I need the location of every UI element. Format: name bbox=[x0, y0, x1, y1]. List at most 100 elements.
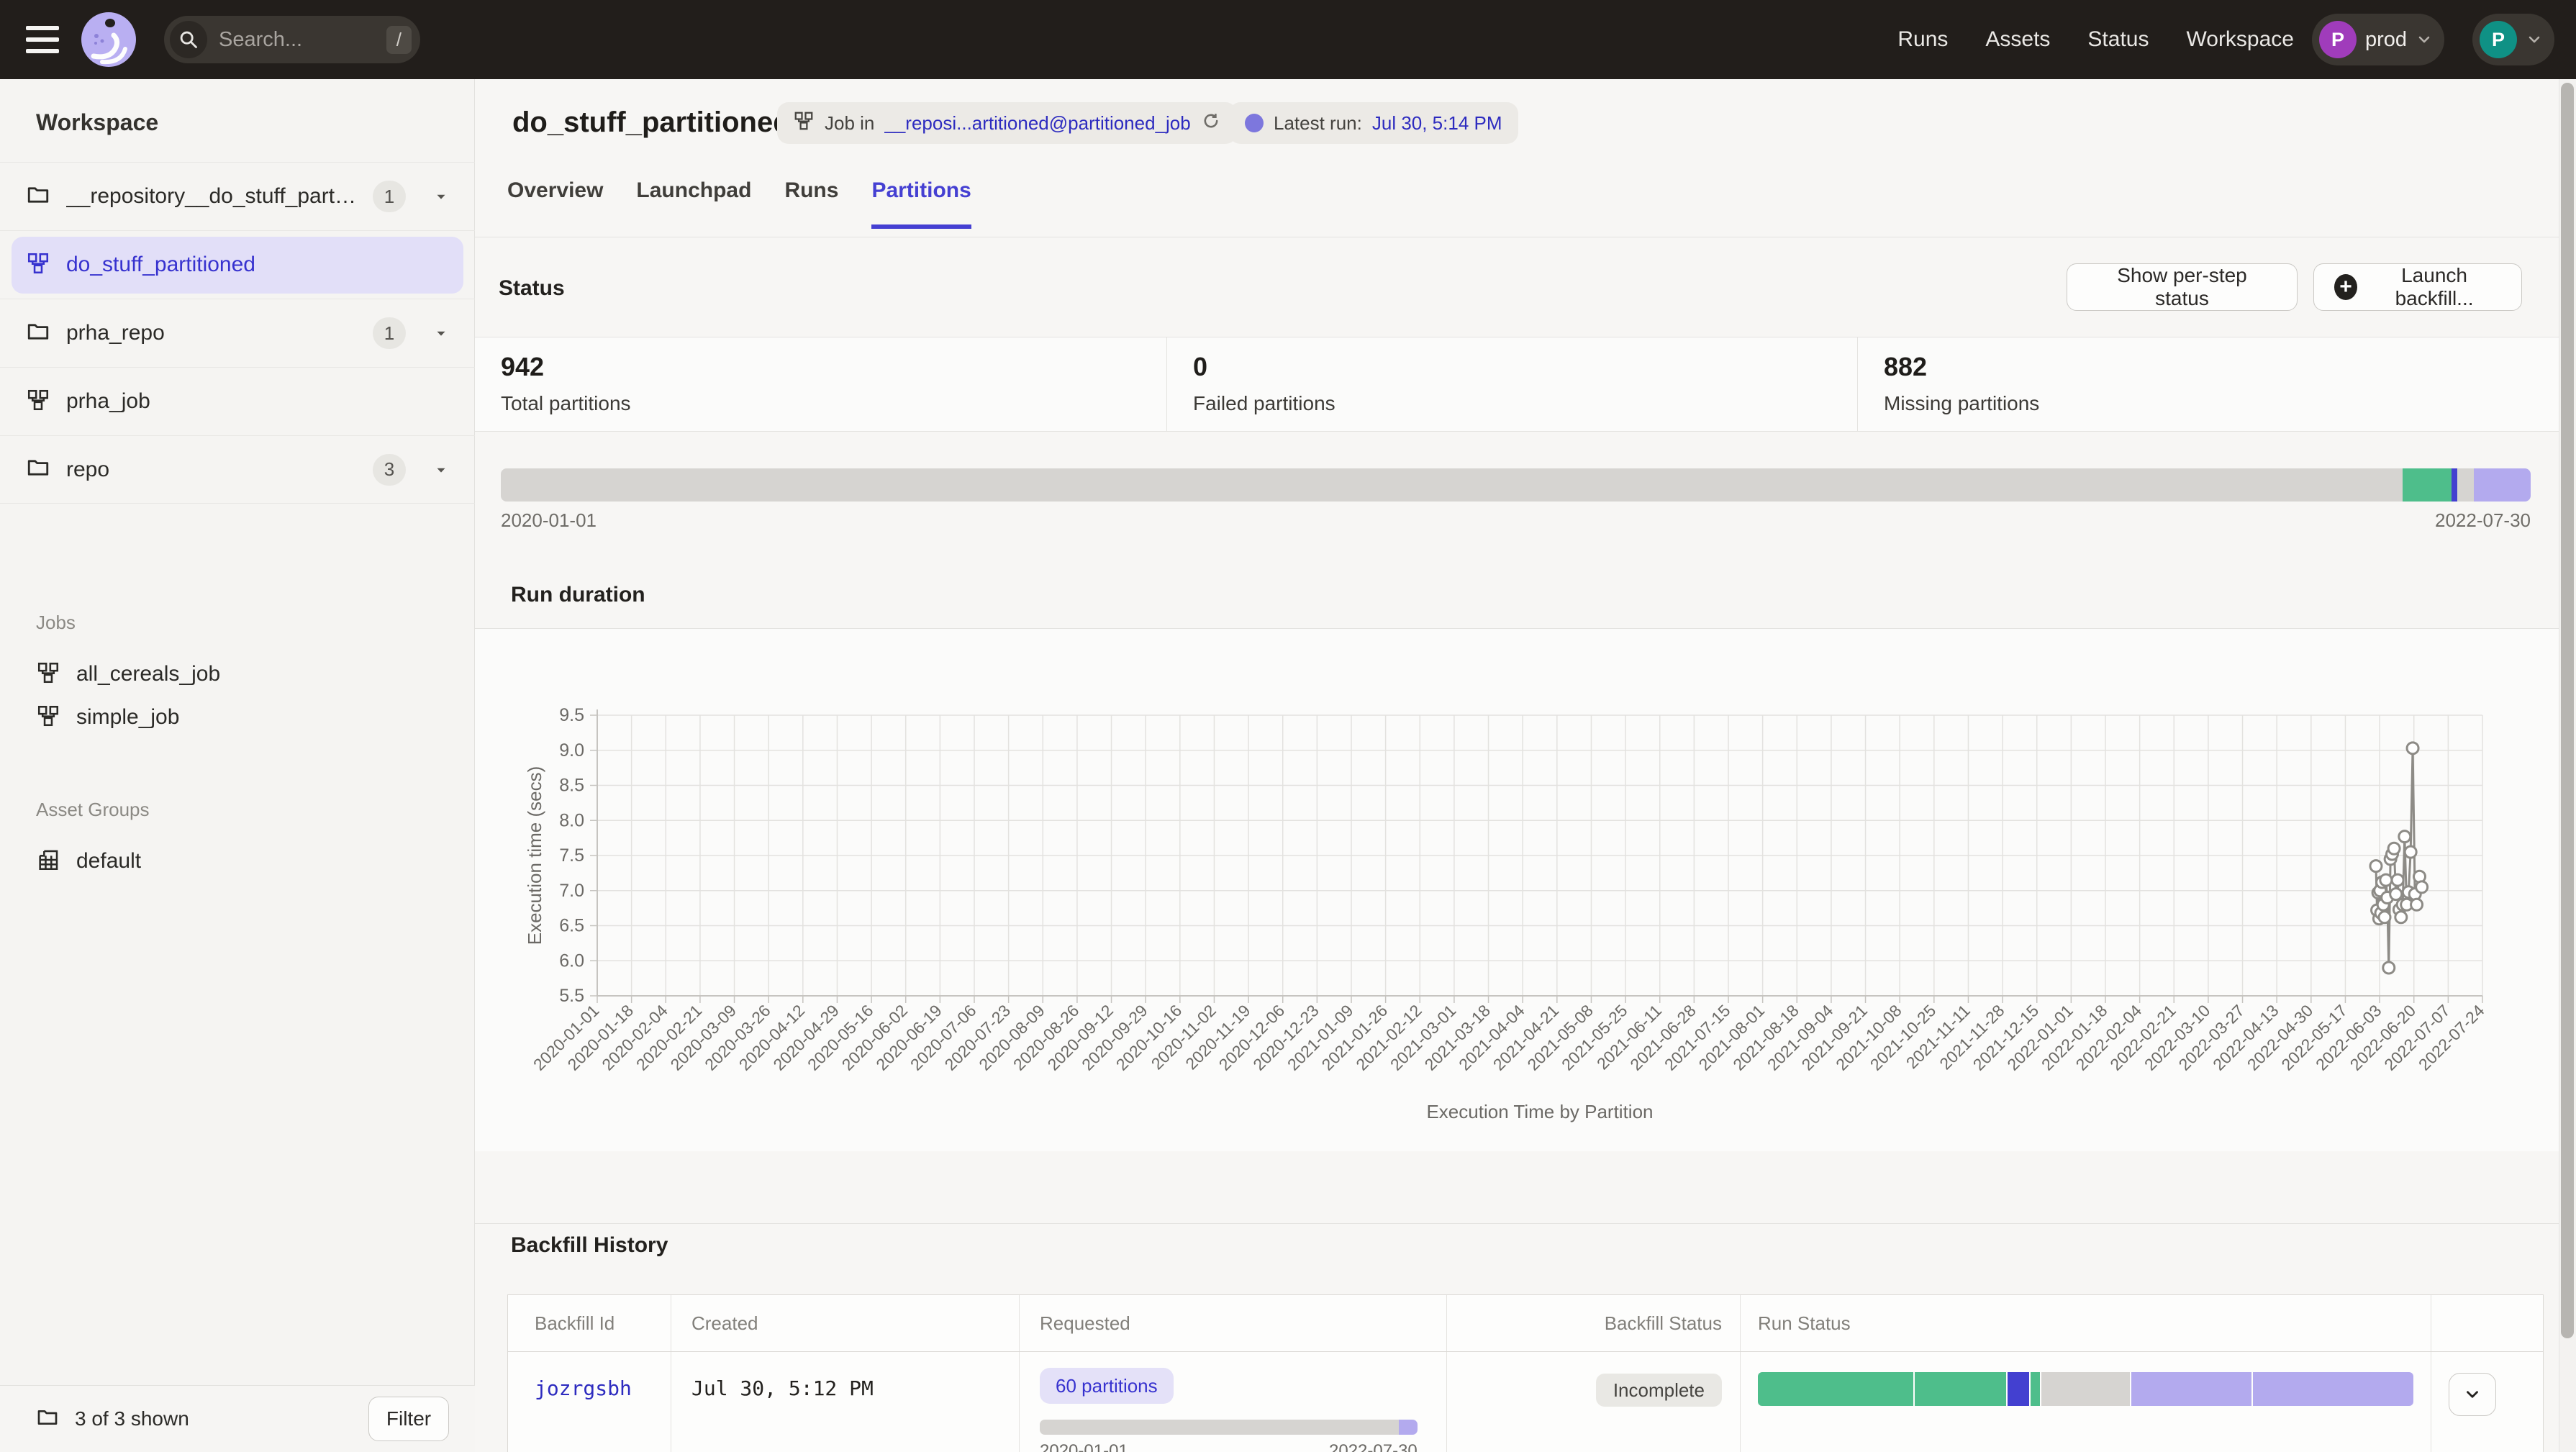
run-status-segment-green bbox=[2031, 1372, 2040, 1406]
latest-run-badge: Latest run: Jul 30, 5:14 PM bbox=[1229, 102, 1518, 144]
data-point-marker[interactable] bbox=[2405, 846, 2416, 858]
folder-icon bbox=[26, 319, 50, 348]
chevron-down-icon bbox=[2463, 1385, 2482, 1404]
partition-status-bar[interactable] bbox=[501, 468, 2531, 502]
stat-failed-partitions: 0Failed partitions bbox=[1166, 337, 1857, 431]
backfill-history-title: Backfill History bbox=[511, 1233, 668, 1258]
job-tabs: Overview Launchpad Runs Partitions bbox=[507, 178, 971, 229]
partition-segment-lavender bbox=[2474, 468, 2531, 502]
sidebar-item-job[interactable]: prha_job bbox=[0, 367, 475, 435]
sidebar-item-inner: __repository__do_stuff_partitio...1 bbox=[12, 168, 463, 225]
launch-backfill-button[interactable]: + Launch backfill... bbox=[2313, 263, 2522, 311]
user-menu[interactable]: P bbox=[2472, 14, 2554, 65]
menu-icon[interactable] bbox=[26, 26, 59, 53]
data-point-marker[interactable] bbox=[2395, 912, 2407, 923]
tab-launchpad[interactable]: Launchpad bbox=[636, 178, 751, 229]
repos-shown-count: 3 of 3 shown bbox=[75, 1407, 353, 1430]
sidebar-item-inner: do_stuff_partitioned bbox=[12, 237, 463, 294]
data-point-marker[interactable] bbox=[2370, 861, 2382, 872]
sidebar-item-inner: prha_job bbox=[12, 373, 463, 430]
chevron-down-icon bbox=[2526, 31, 2543, 48]
partition-segment-green bbox=[2403, 468, 2452, 502]
nav-assets[interactable]: Assets bbox=[1985, 27, 2050, 52]
data-point-marker[interactable] bbox=[2383, 962, 2395, 974]
repository-link[interactable]: __reposi...artitioned@partitioned_job bbox=[884, 112, 1190, 135]
stat-total-partitions: 942Total partitions bbox=[475, 337, 1166, 431]
stat-label: Failed partitions bbox=[1193, 392, 1857, 415]
sidebar-item-repo[interactable]: prha_repo1 bbox=[0, 299, 475, 367]
data-point-marker[interactable] bbox=[2379, 912, 2390, 923]
data-point-marker[interactable] bbox=[2388, 843, 2400, 854]
chevron-down-icon bbox=[2416, 31, 2433, 48]
stat-label: Missing partitions bbox=[1884, 392, 2576, 415]
sidebar-item-label: prha_job bbox=[66, 389, 449, 414]
run-status-segment-blue bbox=[2008, 1372, 2029, 1406]
tab-runs[interactable]: Runs bbox=[784, 178, 838, 229]
plus-icon: + bbox=[2334, 274, 2357, 300]
item-count-badge: 3 bbox=[373, 454, 406, 486]
asset-groups-item[interactable]: default bbox=[0, 840, 475, 883]
sidebar-item-repo[interactable]: __repository__do_stuff_partitio...1 bbox=[0, 162, 475, 230]
filter-button[interactable]: Filter bbox=[368, 1397, 449, 1441]
scrollbar-thumb[interactable] bbox=[2561, 83, 2574, 1338]
jobs-item[interactable]: all_cereals_job bbox=[0, 653, 475, 696]
run-status-dot bbox=[1245, 114, 1264, 132]
column-header-backfill-status: Backfill Status bbox=[1446, 1295, 1740, 1351]
data-point-marker[interactable] bbox=[2392, 874, 2403, 886]
requested-partitions-badge[interactable]: 60 partitions bbox=[1040, 1368, 1174, 1404]
nav-status[interactable]: Status bbox=[2087, 27, 2149, 52]
deployment-switcher[interactable]: P prod bbox=[2312, 14, 2444, 65]
job-icon bbox=[36, 704, 60, 732]
tab-overview[interactable]: Overview bbox=[507, 178, 603, 229]
folder-icon bbox=[36, 1406, 59, 1433]
jobs-item[interactable]: simple_job bbox=[0, 696, 475, 739]
tab-partitions[interactable]: Partitions bbox=[871, 178, 971, 229]
caret-down-icon[interactable] bbox=[433, 189, 449, 204]
data-point-marker[interactable] bbox=[2407, 743, 2418, 754]
y-tick-label: 6.5 bbox=[559, 916, 584, 936]
run-duration-title: Run duration bbox=[511, 583, 645, 607]
sidebar-footer: 3 of 3 shown Filter bbox=[0, 1385, 475, 1452]
backfill-table-row: jozrgsbh Jul 30, 5:12 PM 60 partitions 2… bbox=[508, 1352, 2543, 1452]
run-status-segment-green bbox=[1915, 1372, 2007, 1406]
show-per-step-status-button[interactable]: Show per-step status bbox=[2067, 263, 2298, 311]
backfill-created: Jul 30, 5:12 PM bbox=[691, 1376, 874, 1400]
run-duration-chart: 2020-01-012020-01-182020-02-042020-02-21… bbox=[475, 629, 2576, 1151]
caret-down-icon[interactable] bbox=[433, 325, 449, 341]
expand-row-button[interactable] bbox=[2449, 1373, 2496, 1416]
data-point-marker[interactable] bbox=[2411, 899, 2423, 910]
reload-icon[interactable] bbox=[1201, 111, 1221, 136]
backfill-history-table: Backfill IdCreatedRequestedBackfill Stat… bbox=[507, 1294, 2544, 1452]
asset-group-icon bbox=[36, 848, 60, 876]
y-tick-label: 7.0 bbox=[559, 881, 584, 901]
caret-down-icon[interactable] bbox=[433, 462, 449, 478]
run-status-segment-gray bbox=[2041, 1372, 2130, 1406]
dagster-logo-icon[interactable] bbox=[81, 12, 137, 68]
run-duration-chart-container: 2020-01-012020-01-182020-02-042020-02-21… bbox=[475, 629, 2576, 1151]
status-section-title: Status bbox=[499, 276, 565, 301]
run-status-segment-lavender bbox=[2131, 1372, 2251, 1406]
data-point-marker[interactable] bbox=[2380, 874, 2392, 886]
nav-runs[interactable]: Runs bbox=[1897, 27, 1948, 52]
user-avatar: P bbox=[2480, 21, 2517, 58]
partition-segment-gray bbox=[2457, 468, 2474, 502]
run-status-bar[interactable] bbox=[1758, 1372, 2413, 1406]
job-in-label: Job in bbox=[825, 112, 874, 135]
y-tick-label: 7.5 bbox=[559, 845, 584, 866]
vertical-scrollbar[interactable] bbox=[2559, 79, 2576, 1452]
latest-run-link[interactable]: Jul 30, 5:14 PM bbox=[1372, 112, 1502, 135]
job-icon bbox=[36, 661, 60, 689]
stat-value: 942 bbox=[501, 352, 1166, 382]
nav-workspace[interactable]: Workspace bbox=[2186, 27, 2294, 52]
data-point-marker[interactable] bbox=[2390, 889, 2402, 900]
search-input[interactable]: Search... / bbox=[164, 16, 420, 63]
series-line bbox=[2376, 748, 2422, 968]
data-point-marker[interactable] bbox=[2399, 831, 2411, 843]
sidebar-item-repo[interactable]: repo3 bbox=[0, 435, 475, 504]
backfill-id-link[interactable]: jozrgsbh bbox=[535, 1376, 632, 1400]
y-axis-caption: Execution time (secs) bbox=[524, 766, 545, 945]
sidebar-item-job[interactable]: do_stuff_partitioned bbox=[0, 230, 475, 299]
column-header-requested: Requested bbox=[1019, 1295, 1446, 1351]
job-icon bbox=[26, 251, 50, 279]
data-point-marker[interactable] bbox=[2416, 881, 2428, 893]
